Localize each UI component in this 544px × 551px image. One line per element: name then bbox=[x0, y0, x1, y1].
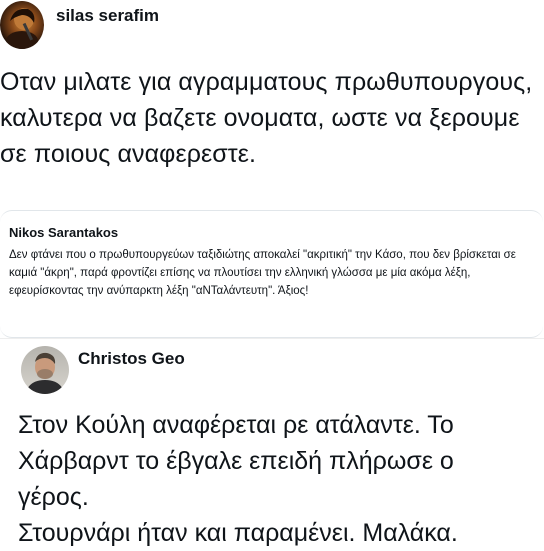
quoted-post-text: Δεν φτάνει που ο πρωθυπουργεύων ταξιδιώτ… bbox=[9, 249, 516, 297]
reply-line: Χάρβαρντ το έβγαλε επειδή πλήρωσε ο bbox=[18, 447, 454, 475]
profile-photo-icon bbox=[6, 8, 38, 49]
reply-line: Στουρνάρι ήταν και παραμένει. Μαλάκα. bbox=[18, 519, 458, 547]
quoted-post-author[interactable]: Nikos Sarantakos bbox=[9, 225, 118, 240]
reply-line: γέρος. bbox=[18, 483, 89, 511]
divider bbox=[0, 338, 544, 339]
profile-photo-icon bbox=[25, 352, 65, 394]
post-text: Οταν μιλατε για αγραμματους πρωθυπουργου… bbox=[0, 68, 533, 168]
reply-text: Στον Κούλη αναφέρεται ρε ατάλαντε. Το Χά… bbox=[18, 407, 542, 551]
reply-line: Στον Κούλη αναφέρεται ρε ατάλαντε. Το bbox=[18, 411, 454, 439]
post-author-name[interactable]: silas serafim bbox=[56, 6, 159, 26]
user-avatar[interactable] bbox=[0, 1, 44, 49]
reply-avatar[interactable] bbox=[21, 346, 69, 394]
original-post: silas serafim Οταν μιλατε για αγραμματου… bbox=[0, 0, 544, 200]
reply-author-name[interactable]: Christos Geo bbox=[78, 349, 185, 369]
